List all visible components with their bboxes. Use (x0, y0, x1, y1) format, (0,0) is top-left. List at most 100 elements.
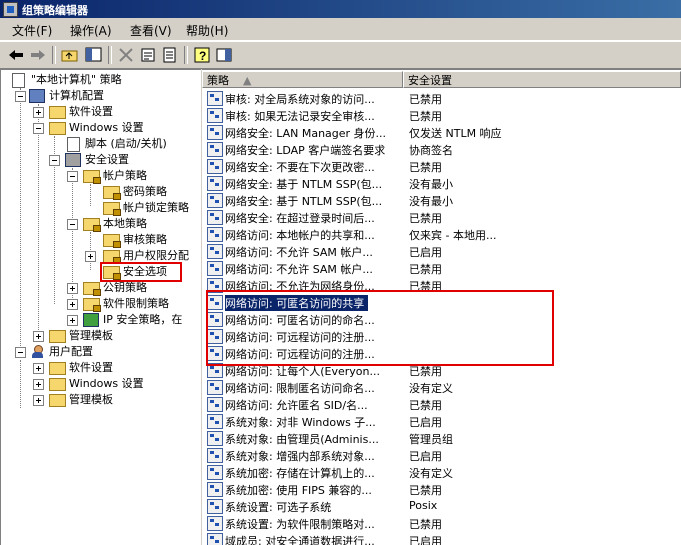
svg-text:?: ? (199, 49, 206, 63)
tree-node-security-settings[interactable]: 安全设置 (1, 152, 201, 168)
policy-setting-icon (207, 261, 223, 276)
policy-setting-icon (207, 499, 223, 514)
policy-row[interactable]: 系统设置: 可选子系统 Posix (202, 497, 681, 514)
tree-node-software-settings[interactable]: 软件设置 (1, 104, 201, 120)
tree-node-user-windows-settings[interactable]: Windows 设置 (1, 376, 201, 392)
policy-setting-icon (207, 210, 223, 225)
policy-row[interactable]: 网络安全: LDAP 客户端签名要求 协商签名 (202, 140, 681, 157)
policy-row[interactable]: 域成员: 对安全通道数据进行... 已启用 (202, 531, 681, 545)
policy-setting-icon (207, 244, 223, 259)
policy-row[interactable]: 网络访问: 本地帐户的共享和... 仅来宾 - 本地用... (202, 225, 681, 242)
menu-file[interactable]: 文件(F) (12, 22, 52, 38)
expand-toggle[interactable] (33, 379, 44, 390)
policy-row[interactable]: 审核: 对全局系统对象的访问... 已禁用 (202, 89, 681, 106)
policy-name: 网络安全: 基于 NTLM SSP(包... (225, 178, 383, 191)
tree-node-public-key-policies[interactable]: 公钥策略 (1, 280, 201, 296)
collapse-toggle[interactable] (33, 123, 44, 134)
policy-name: 系统设置: 为软件限制策略对... (225, 518, 375, 531)
policy-icon (12, 73, 25, 88)
policy-row[interactable]: 系统对象: 对非 Windows 子... 已启用 (202, 412, 681, 429)
policy-row[interactable]: 网络安全: 基于 NTLM SSP(包... 没有最小 (202, 191, 681, 208)
menu-help[interactable]: 帮助(H) (186, 22, 228, 38)
policy-row[interactable]: 网络安全: 在超过登录时间后... 已禁用 (202, 208, 681, 225)
tree-node-user-software-settings[interactable]: 软件设置 (1, 360, 201, 376)
policy-name: 网络访问: 不允许 SAM 帐户... (225, 263, 373, 276)
policy-setting-value: 没有定义 (409, 467, 453, 480)
tree-node-software-restriction[interactable]: 软件限制策略 (1, 296, 201, 312)
policy-setting-value: 没有定义 (409, 382, 453, 395)
back-button[interactable] (6, 45, 26, 65)
folder-lock-icon (83, 298, 101, 312)
tree-node-account-lockout-policy[interactable]: 帐户锁定策略 (1, 200, 201, 216)
policy-name: 审核: 对全局系统对象的访问... (225, 93, 375, 106)
tree-node-password-policy[interactable]: 密码策略 (1, 184, 201, 200)
tree-node-user-admin-templates[interactable]: 管理模板 (1, 392, 201, 408)
policy-name: 网络访问: 限制匿名访问命名... (225, 382, 375, 395)
show-hide-tree-button[interactable] (84, 45, 104, 65)
policy-list[interactable]: 策略 ▲ 安全设置 审核: 对全局系统对象的访问... 已禁用 审核: 如果无法记录… (202, 69, 681, 545)
tree-node-user-config[interactable]: 用户配置 (1, 344, 201, 360)
tree-node-admin-templates[interactable]: 管理模板 (1, 328, 201, 344)
policy-row[interactable]: 网络访问: 不允许 SAM 帐户... 已启用 (202, 242, 681, 259)
tree-node-audit-policy[interactable]: 审核策略 (1, 232, 201, 248)
column-header-setting[interactable]: 安全设置 (403, 71, 681, 88)
expand-toggle[interactable] (33, 395, 44, 406)
menu-view[interactable]: 查看(V) (130, 22, 172, 38)
folder-lock-icon (83, 218, 101, 232)
policy-row[interactable]: 系统加密: 使用 FIPS 兼容的... 已禁用 (202, 480, 681, 497)
expand-toggle[interactable] (33, 331, 44, 342)
tree-node-windows-settings[interactable]: Windows 设置 (1, 120, 201, 136)
policy-row[interactable]: 系统加密: 存储在计算机上的... 没有定义 (202, 463, 681, 480)
collapse-toggle[interactable] (67, 171, 78, 182)
policy-row[interactable]: 网络安全: 不要在下次更改密... 已禁用 (202, 157, 681, 174)
policy-row[interactable]: 系统对象: 增强内部系统对象... 已启用 (202, 446, 681, 463)
sort-ascending-icon: ▲ (243, 74, 252, 87)
policy-row[interactable]: 系统设置: 为软件限制策略对... 已禁用 (202, 514, 681, 531)
collapse-toggle[interactable] (49, 155, 60, 166)
policy-name: 系统加密: 存储在计算机上的... (225, 467, 375, 480)
policy-row[interactable]: 网络安全: 基于 NTLM SSP(包... 没有最小 (202, 174, 681, 191)
policy-row[interactable]: 网络安全: LAN Manager 身份... 仅发送 NTLM 响应 (202, 123, 681, 140)
help-button[interactable]: ? (192, 45, 212, 65)
collapse-toggle[interactable] (15, 347, 26, 358)
tree-node-scripts[interactable]: 脚本 (启动/关机) (1, 136, 201, 152)
expand-toggle[interactable] (33, 363, 44, 374)
policy-setting-value: 已启用 (409, 535, 442, 545)
expand-toggle[interactable] (67, 315, 78, 326)
collapse-toggle[interactable] (15, 91, 26, 102)
policy-setting-icon (207, 142, 223, 157)
show-hide-action-pane-button[interactable] (214, 45, 234, 65)
tree-node-computer-config[interactable]: 计算机配置 (1, 88, 201, 104)
tree-node-account-policies[interactable]: 帐户策略 (1, 168, 201, 184)
console-tree-icon (85, 47, 102, 62)
up-one-level-button[interactable] (60, 45, 80, 65)
forward-button[interactable] (28, 45, 48, 65)
tree-node-local-computer-policy[interactable]: "本地计算机" 策略 (5, 72, 201, 88)
policy-setting-value: 已禁用 (409, 518, 442, 531)
script-icon (67, 137, 80, 152)
policy-setting-value: 仅来宾 - 本地用... (409, 229, 497, 242)
forward-arrow-icon (31, 50, 45, 60)
policy-setting-icon (207, 193, 223, 208)
delete-button[interactable] (116, 45, 136, 65)
policy-row[interactable]: 系统对象: 由管理员(Adminis... 管理员组 (202, 429, 681, 446)
tree-node-ip-security[interactable]: IP 安全策略，在 (1, 312, 201, 328)
console-tree[interactable]: "本地计算机" 策略 计算机配置 软件设置 Windows 设置 脚本 (启动/… (0, 69, 201, 545)
column-header-policy[interactable]: 策略 ▲ (202, 71, 403, 88)
expand-toggle[interactable] (67, 299, 78, 310)
expand-toggle[interactable] (67, 283, 78, 294)
properties-button[interactable] (138, 45, 158, 65)
toolbar: ? (0, 41, 681, 69)
policy-setting-value: 已启用 (409, 416, 442, 429)
expand-toggle[interactable] (85, 251, 96, 262)
tree-node-local-policies[interactable]: 本地策略 (1, 216, 201, 232)
policy-name: 系统加密: 使用 FIPS 兼容的... (225, 484, 372, 497)
expand-toggle[interactable] (33, 107, 44, 118)
collapse-toggle[interactable] (67, 219, 78, 230)
export-list-button[interactable] (160, 45, 180, 65)
policy-row[interactable]: 网络访问: 限制匿名访问命名... 没有定义 (202, 378, 681, 395)
policy-row[interactable]: 网络访问: 允许匿名 SID/名... 已禁用 (202, 395, 681, 412)
menu-action[interactable]: 操作(A) (70, 22, 112, 38)
policy-row[interactable]: 审核: 如果无法记录安全审核... 已禁用 (202, 106, 681, 123)
policy-row[interactable]: 网络访问: 不允许 SAM 帐户... 已禁用 (202, 259, 681, 276)
